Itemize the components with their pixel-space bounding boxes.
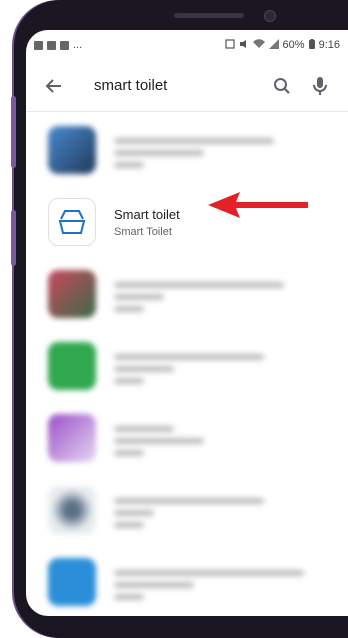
list-item[interactable] xyxy=(26,474,348,546)
toilet-icon xyxy=(48,198,96,246)
list-item[interactable] xyxy=(26,402,348,474)
blurred-text xyxy=(114,492,264,528)
volume-button xyxy=(11,96,16,168)
photo-icon xyxy=(47,40,56,50)
more-notifications: ... xyxy=(73,39,83,51)
blurred-text xyxy=(114,348,264,384)
list-item[interactable] xyxy=(26,258,348,330)
phone-screen: ... 60% 9:16 smart toilet Smart toilet S… xyxy=(26,30,348,616)
blurred-text xyxy=(114,276,284,312)
clock: 9:16 xyxy=(318,39,340,51)
list-item[interactable] xyxy=(26,546,348,616)
list-item[interactable] xyxy=(26,330,348,402)
arrow-back-icon[interactable] xyxy=(40,72,68,100)
blurred-text xyxy=(114,132,274,168)
app-icon xyxy=(48,342,96,390)
blurred-text xyxy=(114,420,204,456)
app-icon xyxy=(48,270,96,318)
mic-icon[interactable] xyxy=(306,72,334,100)
message-icon xyxy=(34,40,43,50)
app-icon xyxy=(48,486,96,534)
app-developer: Smart Toilet xyxy=(114,225,172,238)
app-icon xyxy=(48,414,96,462)
nfc-icon xyxy=(224,38,235,52)
red-arrow-annotation xyxy=(208,192,308,218)
search-icon[interactable] xyxy=(268,72,296,100)
earpiece-speaker xyxy=(174,13,244,18)
front-camera xyxy=(264,10,276,22)
notification-icons: ... xyxy=(34,39,82,51)
bixby-button xyxy=(11,210,16,266)
app-icon xyxy=(48,126,96,174)
signal-icon xyxy=(268,38,279,52)
status-bar: ... 60% 9:16 xyxy=(26,30,348,60)
search-bar: smart toilet xyxy=(26,60,348,112)
app-text: Smart toilet Smart Toilet xyxy=(114,207,180,238)
wifi-icon xyxy=(252,38,265,52)
battery-percent: 60% xyxy=(282,39,305,51)
app-icon xyxy=(48,558,96,606)
system-icons: 60% 9:16 xyxy=(224,38,340,52)
blurred-text xyxy=(114,564,304,600)
battery-icon xyxy=(308,38,315,52)
gallery-icon xyxy=(60,40,69,50)
search-input[interactable]: smart toilet xyxy=(94,77,268,94)
app-title: Smart toilet xyxy=(114,206,180,222)
list-item[interactable] xyxy=(26,114,348,186)
mute-icon xyxy=(239,39,249,52)
